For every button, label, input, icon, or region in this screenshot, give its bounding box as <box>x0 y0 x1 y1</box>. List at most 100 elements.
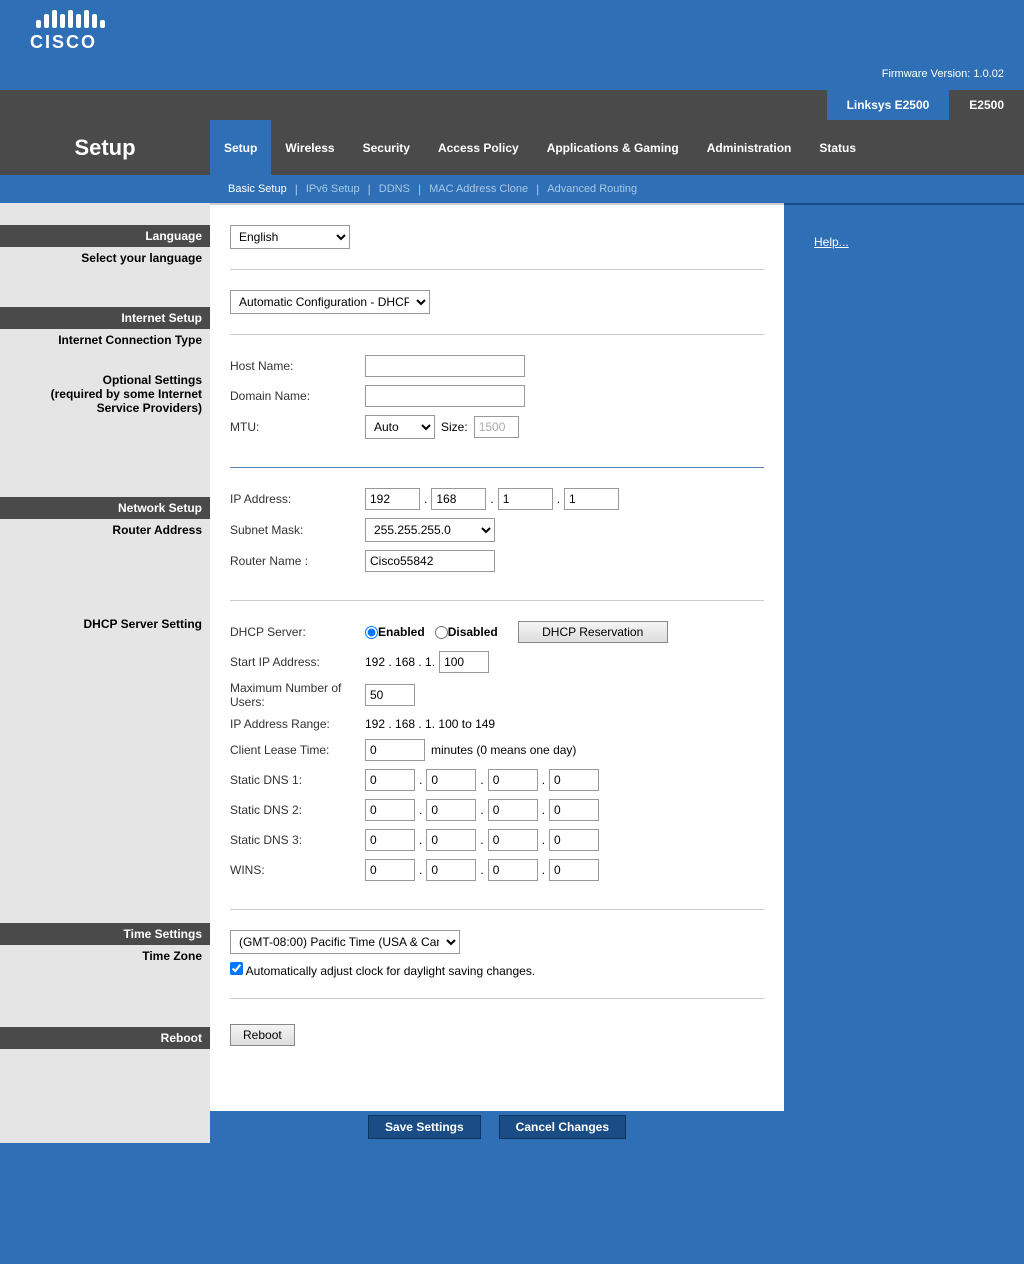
section-language: Language <box>0 225 210 247</box>
subnav: Basic Setup | IPv6 Setup | DDNS | MAC Ad… <box>0 175 1024 203</box>
sub-conn-type: Internet Connection Type <box>0 329 210 351</box>
ip-address-label: IP Address: <box>230 492 365 506</box>
dhcp-disabled-label: Disabled <box>448 625 498 639</box>
ip-octet-2[interactable] <box>431 488 486 510</box>
dhcp-server-label: DHCP Server: <box>230 625 365 639</box>
ip-octet-3[interactable] <box>498 488 553 510</box>
lease-time-input[interactable] <box>365 739 425 761</box>
subnav-basic-setup[interactable]: Basic Setup <box>220 183 295 195</box>
subnav-adv-routing[interactable]: Advanced Routing <box>539 183 645 195</box>
nav-tabs: Setup Wireless Security Access Policy Ap… <box>210 120 1024 175</box>
tab-setup[interactable]: Setup <box>210 120 271 175</box>
dhcp-disabled-radio[interactable] <box>435 626 448 639</box>
header: CISCO Firmware Version: 1.0.02 <box>0 0 1024 90</box>
section-internet-setup: Internet Setup <box>0 307 210 329</box>
host-name-label: Host Name: <box>230 359 365 373</box>
start-ip-prefix: 192 . 168 . 1. <box>365 655 435 669</box>
sub-time-zone: Time Zone <box>0 945 210 967</box>
host-name-input[interactable] <box>365 355 525 377</box>
content: Language Select your language Internet S… <box>0 203 1024 1111</box>
subnet-mask-label: Subnet Mask: <box>230 523 365 537</box>
save-settings-button[interactable]: Save Settings <box>368 1115 481 1139</box>
mtu-mode-select[interactable]: Auto <box>365 415 435 439</box>
subnav-ipv6[interactable]: IPv6 Setup <box>298 183 368 195</box>
sidebar: Language Select your language Internet S… <box>0 203 210 1111</box>
dns1-d[interactable] <box>549 769 599 791</box>
section-time-settings: Time Settings <box>0 923 210 945</box>
lease-time-label: Client Lease Time: <box>230 743 365 757</box>
tab-wireless[interactable]: Wireless <box>271 120 348 175</box>
wins-d[interactable] <box>549 859 599 881</box>
tab-apps-gaming[interactable]: Applications & Gaming <box>533 120 693 175</box>
model-name: Linksys E2500 <box>827 90 950 120</box>
start-ip-input[interactable] <box>439 651 489 673</box>
section-network-setup: Network Setup <box>0 497 210 519</box>
footer: Save Settings Cancel Changes <box>0 1111 1024 1143</box>
dns3-a[interactable] <box>365 829 415 851</box>
model-bar: Linksys E2500 E2500 <box>0 90 1024 120</box>
dns3-c[interactable] <box>488 829 538 851</box>
tab-status[interactable]: Status <box>805 120 870 175</box>
subnav-mac-clone[interactable]: MAC Address Clone <box>421 183 536 195</box>
domain-name-input[interactable] <box>365 385 525 407</box>
domain-name-label: Domain Name: <box>230 389 365 403</box>
mtu-size-input[interactable] <box>474 416 519 438</box>
cisco-bars-icon <box>30 10 110 28</box>
help-link[interactable]: Help... <box>814 235 849 249</box>
sub-optional: Optional Settings(required by some Inter… <box>0 369 210 419</box>
brand-text: CISCO <box>30 32 110 53</box>
tab-access-policy[interactable]: Access Policy <box>424 120 533 175</box>
dns2-label: Static DNS 2: <box>230 803 365 817</box>
dhcp-enabled-radio[interactable] <box>365 626 378 639</box>
dns3-d[interactable] <box>549 829 599 851</box>
ip-octet-4[interactable] <box>564 488 619 510</box>
section-reboot: Reboot <box>0 1027 210 1049</box>
wins-label: WINS: <box>230 863 365 877</box>
wins-a[interactable] <box>365 859 415 881</box>
sub-dhcp-server: DHCP Server Setting <box>0 613 210 635</box>
subnav-ddns[interactable]: DDNS <box>371 183 418 195</box>
connection-type-select[interactable]: Automatic Configuration - DHCP <box>230 290 430 314</box>
dns2-b[interactable] <box>426 799 476 821</box>
ip-range-value: 192 . 168 . 1. 100 to 149 <box>365 717 495 731</box>
max-users-input[interactable] <box>365 684 415 706</box>
dns3-label: Static DNS 3: <box>230 833 365 847</box>
start-ip-label: Start IP Address: <box>230 655 365 669</box>
router-name-label: Router Name : <box>230 554 365 568</box>
dns1-label: Static DNS 1: <box>230 773 365 787</box>
page-title: Setup <box>0 120 210 175</box>
dns1-c[interactable] <box>488 769 538 791</box>
dst-label: Automatically adjust clock for daylight … <box>246 964 535 978</box>
dst-checkbox[interactable] <box>230 962 243 975</box>
subnet-mask-select[interactable]: 255.255.255.0 <box>365 518 495 542</box>
dns1-a[interactable] <box>365 769 415 791</box>
dns1-b[interactable] <box>426 769 476 791</box>
wins-c[interactable] <box>488 859 538 881</box>
max-users-label: Maximum Number of Users: <box>230 681 365 709</box>
model-number: E2500 <box>949 90 1024 120</box>
dns2-d[interactable] <box>549 799 599 821</box>
nav-row: Setup Setup Wireless Security Access Pol… <box>0 120 1024 175</box>
language-select[interactable]: English <box>230 225 350 249</box>
dhcp-reservation-button[interactable]: DHCP Reservation <box>518 621 668 643</box>
ip-octet-1[interactable] <box>365 488 420 510</box>
dns2-a[interactable] <box>365 799 415 821</box>
reboot-button[interactable]: Reboot <box>230 1024 295 1046</box>
cisco-logo: CISCO <box>30 10 110 53</box>
sub-select-language: Select your language <box>0 247 210 269</box>
dns3-b[interactable] <box>426 829 476 851</box>
router-name-input[interactable] <box>365 550 495 572</box>
mtu-label: MTU: <box>230 420 365 434</box>
firmware-version: Firmware Version: 1.0.02 <box>882 68 1004 80</box>
lease-suffix: minutes (0 means one day) <box>431 743 576 757</box>
main-panel: English Automatic Configuration - DHCP H… <box>210 203 784 1111</box>
dhcp-enabled-label: Enabled <box>378 625 425 639</box>
dns2-c[interactable] <box>488 799 538 821</box>
wins-b[interactable] <box>426 859 476 881</box>
tab-security[interactable]: Security <box>349 120 424 175</box>
sub-router-address: Router Address <box>0 519 210 541</box>
help-panel: Help... <box>784 203 1024 1111</box>
tab-administration[interactable]: Administration <box>693 120 806 175</box>
timezone-select[interactable]: (GMT-08:00) Pacific Time (USA & Canada) <box>230 930 460 954</box>
cancel-changes-button[interactable]: Cancel Changes <box>499 1115 626 1139</box>
